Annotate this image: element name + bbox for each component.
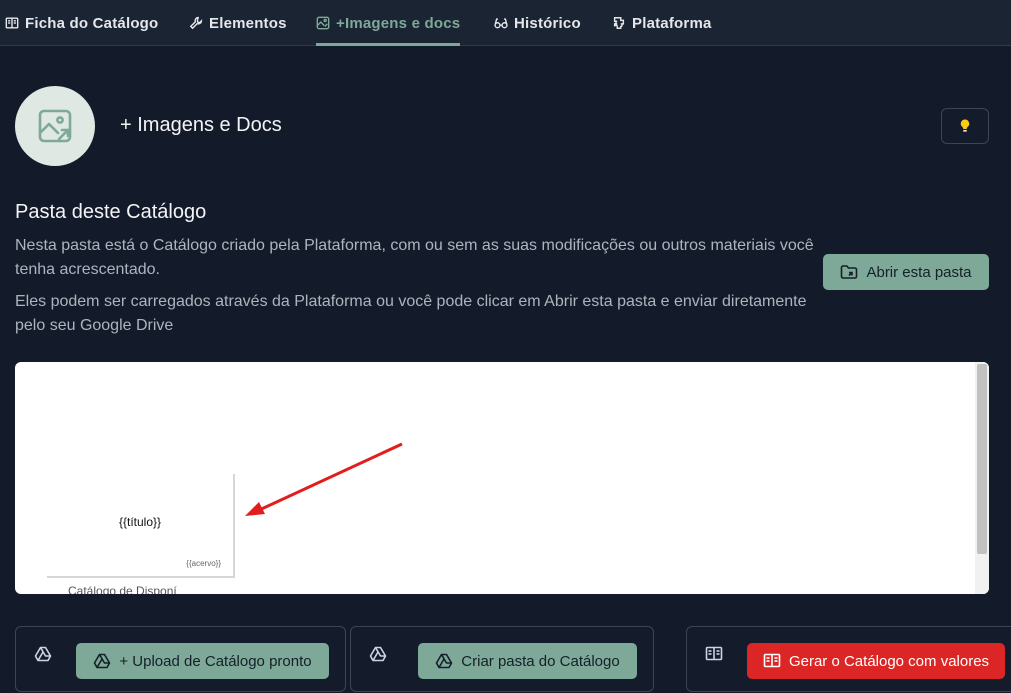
folder-section-title: Pasta deste Catálogo: [15, 201, 207, 223]
glasses-icon: [494, 18, 508, 29]
hint-button[interactable]: [941, 108, 989, 144]
tab-label: +Imagens e docs: [336, 14, 461, 32]
tab-label: Histórico: [514, 14, 581, 32]
generate-catalog-button[interactable]: Gerar o Catálogo com valores: [747, 643, 1005, 679]
tab-label: Elementos: [209, 14, 287, 32]
create-folder-button[interactable]: Criar pasta do Catálogo: [418, 643, 637, 679]
google-drive-icon: [34, 646, 52, 662]
page-title: + Imagens e Docs: [120, 114, 282, 136]
folder-instructions: Eles podem ser carregados através da Pla…: [15, 293, 807, 334]
open-folder-button[interactable]: Abrir esta pasta: [823, 254, 989, 290]
tab-elementos[interactable]: Elementos: [189, 0, 287, 46]
book-icon: [5, 17, 19, 29]
image-icon: [38, 109, 72, 143]
thumbnail-title: {{título}}: [118, 515, 162, 529]
red-arrow-annotation: [245, 442, 403, 516]
tab-plataforma[interactable]: Plataforma: [612, 0, 712, 46]
section-avatar: [15, 86, 95, 166]
folder-icon: [841, 265, 858, 279]
open-folder-label: Abrir esta pasta: [866, 263, 972, 281]
tab-historico[interactable]: Histórico: [494, 0, 581, 46]
book-icon: [705, 646, 723, 661]
tab-imagens-e-docs[interactable]: +Imagens e docs: [316, 0, 461, 46]
image-icon: [316, 16, 330, 30]
catalog-file-thumbnail[interactable]: {{título}} {{acervo}}: [47, 474, 235, 578]
tab-label: Plataforma: [632, 14, 712, 32]
puzzle-icon: [613, 17, 625, 29]
upload-catalog-button[interactable]: + Upload de Catálogo pronto: [76, 643, 329, 679]
google-drive-icon: [369, 646, 387, 662]
tab-ficha-do-catalogo[interactable]: Ficha do Catálogo: [5, 0, 158, 46]
google-drive-icon: [435, 653, 453, 669]
preview-scrollbar[interactable]: [975, 362, 989, 594]
create-folder-label: Criar pasta do Catálogo: [461, 652, 620, 670]
thumbnail-caption: Catálogo de Disponí: [68, 584, 177, 594]
lightbulb-icon: [960, 119, 970, 132]
book-icon: [763, 653, 781, 668]
wrench-icon: [189, 16, 203, 30]
thumbnail-acervo: {{acervo}}: [186, 559, 221, 568]
drive-folder-preview[interactable]: {{título}} {{acervo}} Catálogo de Dispon…: [15, 362, 989, 594]
tab-bar: Ficha do Catálogo Elementos +Imagens e d…: [0, 0, 1011, 46]
generate-catalog-label: Gerar o Catálogo com valores: [788, 652, 990, 670]
google-drive-icon: [94, 653, 111, 669]
tab-label: Ficha do Catálogo: [25, 14, 159, 32]
preview-scrollbar-thumb[interactable]: [977, 364, 987, 554]
folder-description: Nesta pasta está o Catálogo criado pela …: [15, 237, 814, 278]
upload-catalog-label: + Upload de Catálogo pronto: [119, 652, 312, 670]
